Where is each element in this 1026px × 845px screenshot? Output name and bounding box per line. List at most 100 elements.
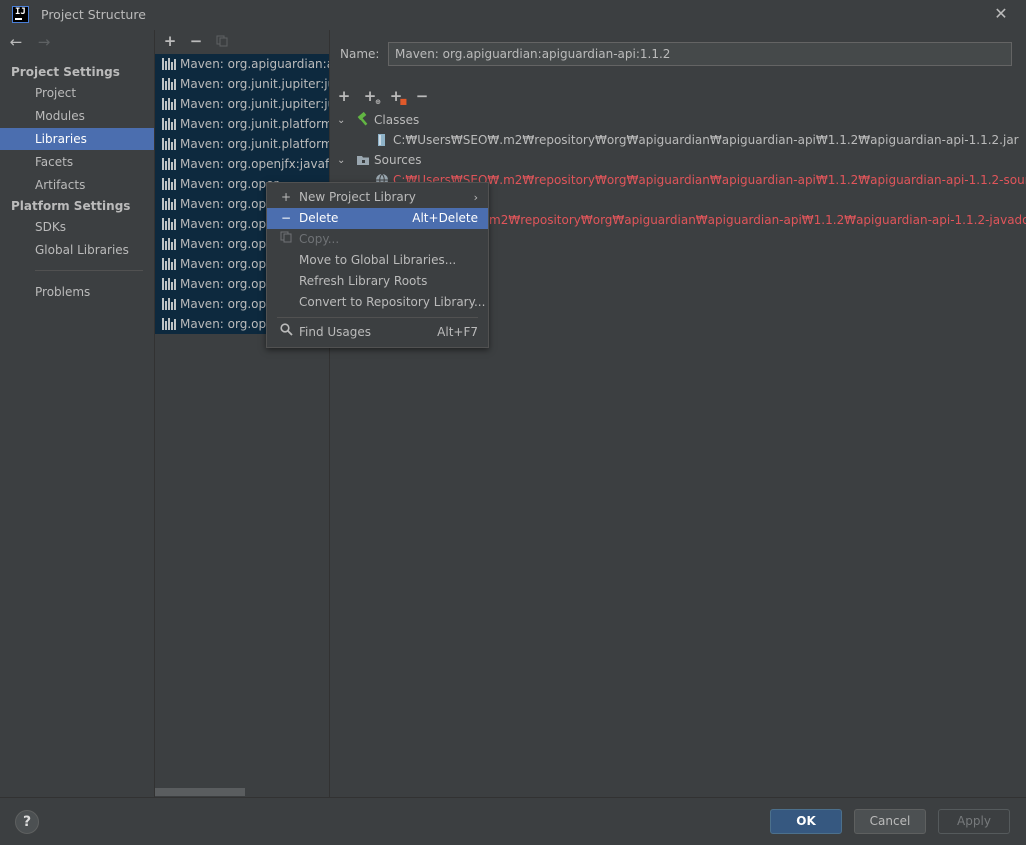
copy-library-icon[interactable] [213, 32, 231, 50]
sidebar-item-sdks[interactable]: SDKs [0, 216, 154, 238]
copy-icon [279, 229, 293, 250]
menu-item-copy[interactable]: Copy... [267, 229, 488, 250]
settings-sidebar: ← → Project Settings Project Modules Lib… [0, 30, 154, 797]
minus-icon: − [280, 211, 292, 225]
library-list-item[interactable]: Maven: org.junit.platform:ju [155, 134, 329, 154]
tree-node-sources[interactable]: ⌄ Sources [337, 150, 421, 170]
sidebar-divider [35, 270, 143, 271]
classes-label: Classes [374, 113, 420, 127]
section-project-settings: Project Settings [11, 65, 120, 79]
menu-separator [277, 317, 478, 318]
library-list-toolbar: + − [155, 30, 329, 52]
library-item-label: Maven: org.junit.jupiter:juni [180, 77, 329, 91]
menu-item-refresh-library-roots[interactable]: Refresh Library Roots [267, 271, 488, 292]
help-button[interactable]: ? [15, 810, 39, 834]
library-icon [162, 298, 176, 310]
library-item-label: Maven: org.junit.platform:ju [180, 137, 329, 151]
library-list-item[interactable]: Maven: org.openjfx:javafx-b [155, 154, 329, 174]
library-item-label: Maven: org.junit.jupiter:juni [180, 97, 329, 111]
title-bar: IJ Project Structure ✕ [0, 0, 1026, 30]
add-root-icon[interactable]: + [335, 87, 353, 105]
section-platform-settings: Platform Settings [11, 199, 131, 213]
library-icon [162, 98, 176, 110]
menu-item-convert-to-repository-library[interactable]: Convert to Repository Library... [267, 292, 488, 313]
apply-button[interactable]: Apply [938, 809, 1010, 834]
library-item-label: Maven: org.oper [180, 197, 279, 211]
chevron-down-icon[interactable]: ⌄ [337, 155, 349, 166]
window-title: Project Structure [41, 7, 146, 22]
library-item-label: Maven: org.oper [180, 297, 279, 311]
javadoc-path: m2₩repository₩org₩apiguardian₩apiguardia… [489, 213, 1026, 227]
plus-icon: + [280, 190, 292, 204]
chevron-down-icon[interactable]: ⌄ [337, 115, 349, 126]
sidebar-item-problems[interactable]: Problems [0, 281, 154, 303]
folder-icon [355, 152, 371, 168]
sidebar-item-artifacts[interactable]: Artifacts [0, 174, 154, 196]
menu-item-move-to-global-libraries[interactable]: Move to Global Libraries... [267, 250, 488, 271]
add-library-icon[interactable]: + [161, 32, 179, 50]
library-list-item[interactable]: Maven: org.apiguardian:apig [155, 54, 329, 74]
library-name-field[interactable]: Maven: org.apiguardian:apiguardian-api:1… [388, 42, 1012, 66]
menu-item-new-project-library[interactable]: + New Project Library › [267, 187, 488, 208]
menu-item-delete[interactable]: − Delete Alt+Delete [267, 208, 488, 229]
jar-icon [374, 132, 390, 148]
name-label: Name: [340, 47, 380, 61]
nav-history: ← → [8, 34, 52, 54]
sources-label: Sources [374, 153, 422, 167]
library-icon [162, 178, 176, 190]
library-list-scrollbar[interactable] [155, 788, 245, 796]
library-icon [162, 58, 176, 70]
footer-divider [0, 797, 1026, 798]
sidebar-item-facets[interactable]: Facets [0, 151, 154, 173]
hammer-icon [355, 112, 371, 128]
close-icon[interactable]: ✕ [992, 5, 1010, 23]
tree-node-classes[interactable]: ⌄ Classes [337, 110, 419, 130]
shortcut-find-usages: Alt+F7 [437, 325, 478, 339]
back-arrow-icon[interactable]: ← [8, 34, 24, 50]
tree-node-javadoc-path[interactable]: m2₩repository₩org₩apiguardian₩apiguardia… [489, 210, 1026, 230]
list-divider-line [329, 30, 330, 797]
library-item-label: Maven: org.openjfx:javafx-b [180, 157, 329, 171]
exclude-root-icon[interactable]: + ■ [387, 87, 407, 106]
library-icon [162, 118, 176, 130]
library-item-label: Maven: org.junit.platform:ju [180, 117, 329, 131]
tree-node-classes-path[interactable]: C:₩Users₩SEO₩.m2₩repository₩org₩apiguard… [374, 130, 1019, 150]
classes-path: C:₩Users₩SEO₩.m2₩repository₩org₩apiguard… [393, 133, 1019, 147]
library-icon [162, 78, 176, 90]
library-list-item[interactable]: Maven: org.junit.jupiter:juni [155, 74, 329, 94]
library-icon [162, 238, 176, 250]
remove-root-icon[interactable]: − [413, 87, 431, 105]
intellij-logo-icon: IJ [12, 6, 29, 23]
library-roots-toolbar: + + ⊕ + ■ − [335, 86, 431, 106]
add-url-root-icon[interactable]: + ⊕ [361, 87, 381, 106]
library-icon [162, 218, 176, 230]
forward-arrow-icon[interactable]: → [36, 34, 52, 50]
menu-item-find-usages[interactable]: Find Usages Alt+F7 [267, 322, 488, 343]
sidebar-item-libraries[interactable]: Libraries [0, 128, 154, 150]
shortcut-delete: Alt+Delete [412, 211, 478, 225]
chevron-right-icon: › [473, 191, 478, 204]
library-item-label: Maven: org.oper [180, 177, 279, 191]
library-list-item[interactable]: Maven: org.junit.platform:ju [155, 114, 329, 134]
library-icon [162, 138, 176, 150]
sidebar-item-project[interactable]: Project [0, 82, 154, 104]
library-item-label: Maven: org.oper [180, 277, 279, 291]
library-icon [162, 278, 176, 290]
library-icon [162, 318, 176, 330]
library-item-label: Maven: org.apiguardian:apig [180, 57, 329, 71]
library-icon [162, 158, 176, 170]
ok-button[interactable]: OK [770, 809, 842, 834]
library-item-label: Maven: org.oper [180, 237, 279, 251]
library-list-item[interactable]: Maven: org.junit.jupiter:juni [155, 94, 329, 114]
context-menu: + New Project Library › − Delete Alt+Del… [266, 182, 489, 348]
sidebar-item-modules[interactable]: Modules [0, 105, 154, 127]
library-item-label: Maven: org.oper [180, 217, 279, 231]
library-icon [162, 258, 176, 270]
remove-library-icon[interactable]: − [187, 32, 205, 50]
library-item-label: Maven: org.oper [180, 257, 279, 271]
search-icon [279, 322, 293, 343]
library-icon [162, 198, 176, 210]
cancel-button[interactable]: Cancel [854, 809, 926, 834]
sidebar-item-global-libraries[interactable]: Global Libraries [0, 239, 154, 261]
library-item-label: Maven: org.oper [180, 317, 279, 331]
